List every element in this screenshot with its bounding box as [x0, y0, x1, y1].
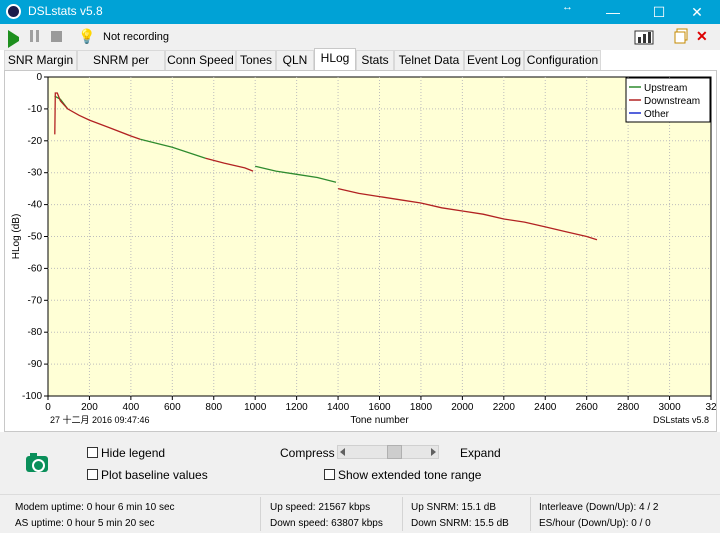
tab-telnet-data[interactable]: Telnet Data — [394, 50, 464, 70]
x-tick-label: 1800 — [410, 402, 433, 413]
tab-snr-margin[interactable]: SNR Margin — [4, 50, 77, 70]
pause-icon[interactable] — [30, 28, 40, 46]
y-tick-label: -70 — [28, 295, 43, 306]
stop-icon[interactable] — [51, 31, 62, 42]
tab-event-log[interactable]: Event Log — [464, 50, 524, 70]
extended-range-checkbox[interactable] — [324, 469, 335, 480]
tab-qln[interactable]: QLN — [276, 50, 314, 70]
x-tick-label: 1600 — [368, 402, 391, 413]
hlog-chart: 0 200 400 600 800 1000 1200 1400 1600 1800 2000 220… — [11, 72, 716, 426]
slider-right-arrow-icon[interactable] — [431, 448, 436, 456]
y-tick-label: -20 — [28, 136, 43, 147]
x-axis-label: Tone number — [350, 415, 409, 426]
plot-timestamp: 27 十二月 2016 09:47:46 — [50, 414, 150, 425]
x-tick-label: 800 — [205, 402, 222, 413]
x-tick-label: 2200 — [493, 402, 516, 413]
x-tick-label: 32 — [705, 402, 716, 413]
y-axis-label: HLog (dB) — [11, 214, 22, 260]
legend-label-upstream: Upstream — [644, 83, 687, 94]
status-divider — [402, 497, 403, 531]
hide-legend-checkbox[interactable] — [87, 447, 98, 458]
plot-version: DSLstats v5.8 — [653, 415, 709, 425]
y-tick-label: -30 — [28, 168, 43, 179]
x-tick-label: 2800 — [617, 402, 640, 413]
status-divider — [260, 497, 261, 531]
copy-icon[interactable] — [674, 28, 688, 46]
x-tick-label: 0 — [45, 402, 51, 413]
y-tick-label: -100 — [22, 391, 42, 402]
up-speed: Up speed: 21567 kbps — [270, 502, 371, 513]
options-panel — [0, 432, 720, 494]
y-tick-label: -40 — [28, 200, 43, 211]
legend-label-other: Other — [644, 109, 670, 120]
legend-label-downstream: Downstream — [644, 96, 700, 107]
recording-status: Not recording — [103, 31, 170, 43]
y-tick-label: -50 — [28, 232, 43, 243]
tab-conn-speed[interactable]: Conn Speed — [165, 50, 236, 70]
y-tick-label: 0 — [36, 72, 42, 83]
x-tick-label: 2400 — [534, 402, 557, 413]
window-title: DSLstats v5.8 — [28, 4, 103, 18]
close-button[interactable]: ✕ — [674, 0, 720, 24]
chart-icon[interactable] — [634, 28, 654, 46]
minimize-button[interactable]: — — [590, 0, 636, 24]
status-divider — [530, 497, 531, 531]
es-per-hour: ES/hour (Down/Up): 0 / 0 — [539, 518, 651, 529]
x-tick-label: 1200 — [286, 402, 309, 413]
x-tick-label: 600 — [164, 402, 181, 413]
lightbulb-icon[interactable]: 💡 — [78, 28, 95, 46]
tab-hlog[interactable]: HLog — [314, 48, 356, 70]
tab-configuration[interactable]: Configuration — [524, 50, 601, 70]
y-tick-label: -80 — [28, 327, 43, 338]
exit-icon[interactable]: ✕ — [696, 28, 712, 46]
tab-snrm-per-band[interactable]: SNRM per Band — [77, 50, 165, 85]
interleave: Interleave (Down/Up): 4 / 2 — [539, 502, 659, 513]
up-snrm: Up SNRM: 15.1 dB — [411, 502, 497, 513]
down-snrm: Down SNRM: 15.5 dB — [411, 518, 509, 529]
plot-baseline-checkbox[interactable] — [87, 469, 98, 480]
y-tick-label: -60 — [28, 263, 43, 274]
title-bar: DSLstats v5.8 ↔ — ☐ ✕ — [0, 0, 720, 24]
status-bar: Modem uptime: 0 hour 6 min 10 sec AS upt… — [0, 494, 720, 533]
plot-baseline-label: Plot baseline values — [101, 468, 208, 482]
x-tick-label: 1400 — [327, 402, 350, 413]
resize-arrows-icon[interactable]: ↔ — [562, 1, 573, 13]
tab-stats[interactable]: Stats — [356, 50, 394, 70]
compress-label: Compress — [280, 446, 335, 460]
x-tick-label: 400 — [123, 402, 140, 413]
y-tick-label: -10 — [28, 104, 43, 115]
down-speed: Down speed: 63807 kbps — [270, 518, 383, 529]
app-icon — [6, 4, 21, 19]
slider-left-arrow-icon[interactable] — [340, 448, 345, 456]
expand-label: Expand — [460, 446, 501, 460]
play-icon[interactable] — [8, 30, 19, 48]
hide-legend-label: Hide legend — [101, 446, 166, 460]
as-uptime: AS uptime: 0 hour 5 min 20 sec — [15, 518, 155, 529]
camera-icon[interactable] — [26, 453, 48, 472]
x-tick-label: 3000 — [658, 402, 681, 413]
extended-range-label: Show extended tone range — [338, 468, 482, 482]
y-tick-label: -90 — [28, 359, 43, 370]
x-tick-label: 2000 — [451, 402, 474, 413]
x-tick-label: 2600 — [576, 402, 599, 413]
x-tick-label: 1000 — [244, 402, 267, 413]
modem-uptime: Modem uptime: 0 hour 6 min 10 sec — [15, 502, 175, 513]
tab-tones[interactable]: Tones — [236, 50, 276, 70]
compress-slider-thumb[interactable] — [387, 445, 402, 459]
x-tick-label: 200 — [81, 402, 98, 413]
hlog-plot-panel: 0 200 400 600 800 1000 1200 1400 1600 1800 2000 220… — [4, 70, 717, 432]
